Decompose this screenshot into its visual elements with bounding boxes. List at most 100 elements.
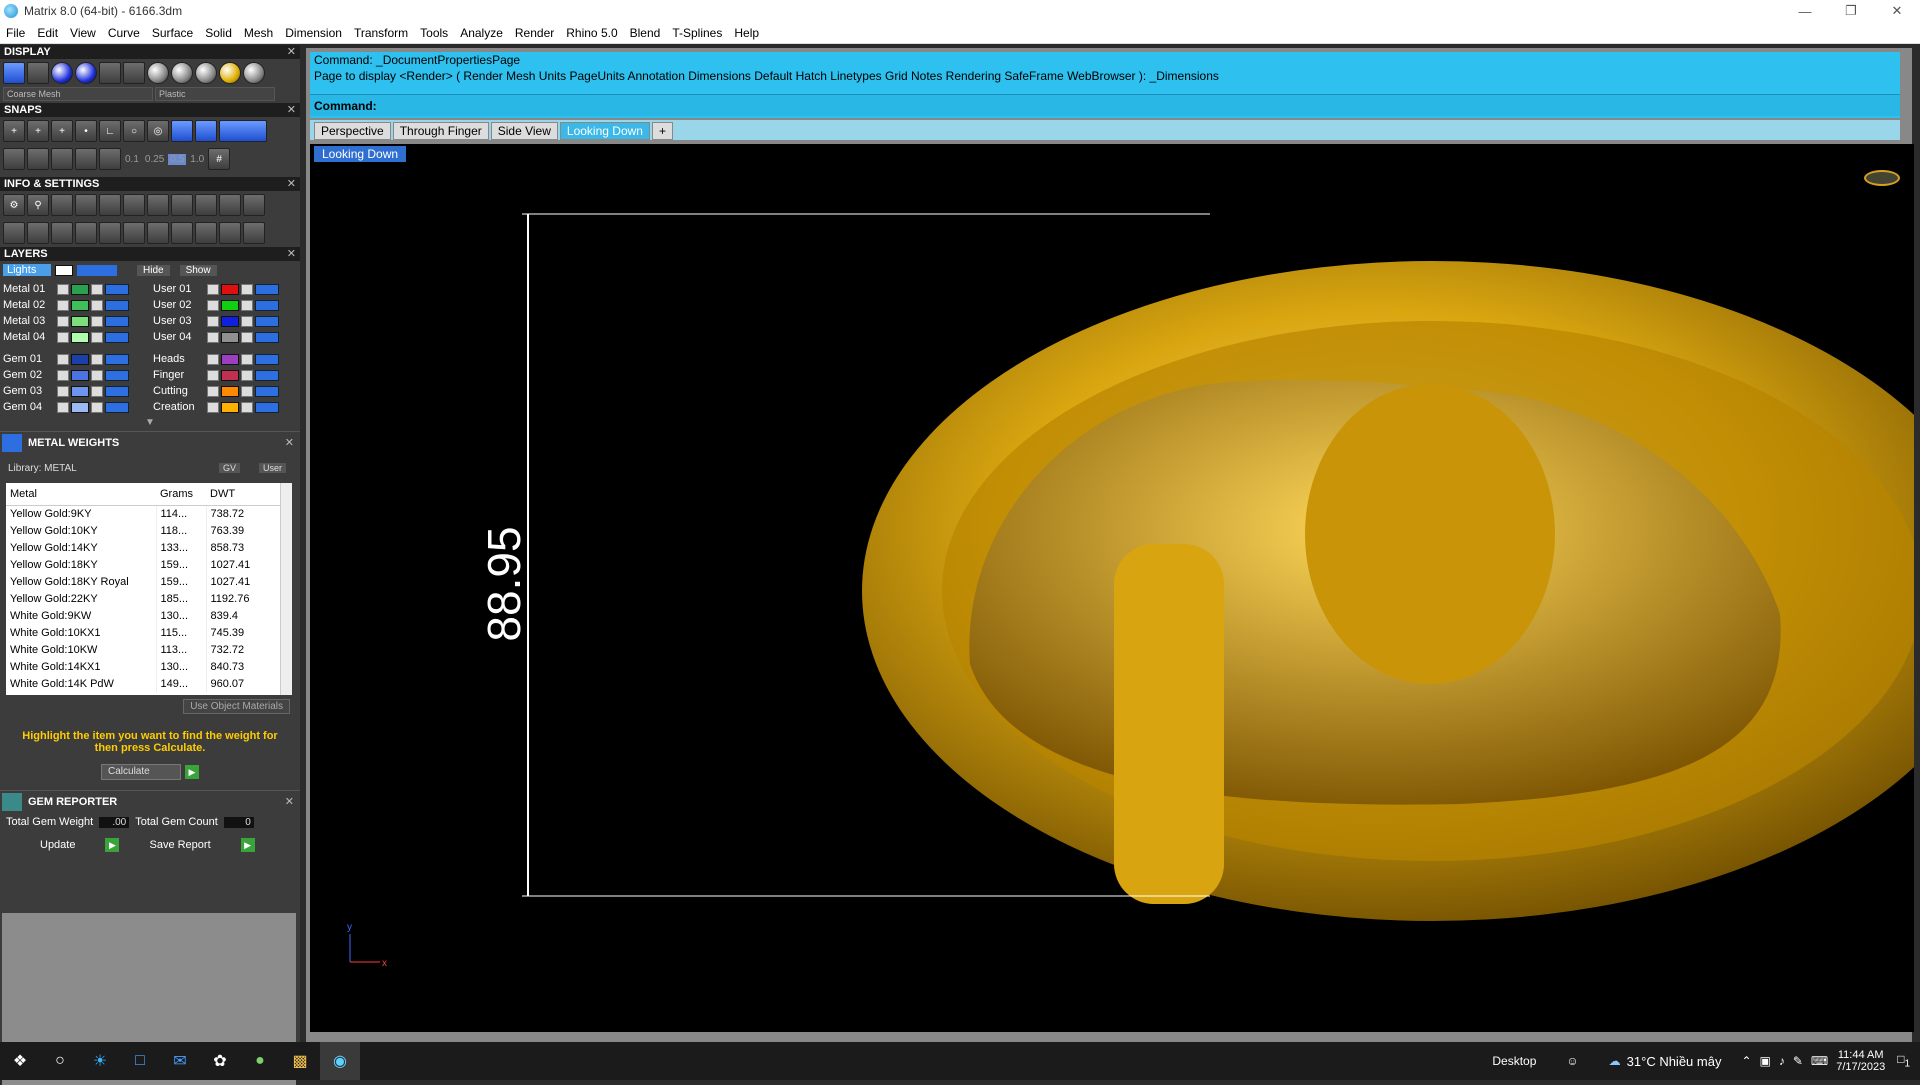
table-row[interactable]: Yellow Gold:14KY 133... 858.73 <box>6 539 282 556</box>
menu-rhino[interactable]: Rhino 5.0 <box>560 26 623 40</box>
layer-toggle[interactable] <box>57 315 69 327</box>
layer-row[interactable]: Gem 01 <box>0 351 150 367</box>
file-explorer-icon[interactable]: ▩ <box>280 1042 320 1080</box>
close-icon[interactable]: ✕ <box>285 795 294 808</box>
layer-visibility[interactable] <box>255 369 279 381</box>
person-icon[interactable]: ☺ <box>1566 1054 1578 1068</box>
table-row[interactable]: White Gold:10KW 113... 732.72 <box>6 641 282 658</box>
tab-perspective[interactable]: Perspective <box>314 122 391 140</box>
layer-lock-icon[interactable] <box>241 299 253 311</box>
layer-toggle[interactable] <box>207 299 219 311</box>
layer-visibility[interactable] <box>255 353 279 365</box>
command-prompt[interactable]: Command: <box>310 94 1900 116</box>
mail-icon[interactable]: ✉ <box>160 1042 200 1080</box>
layer-visibility[interactable] <box>105 401 129 413</box>
column-dwt[interactable]: DWT <box>206 483 282 506</box>
layer-lock-icon[interactable] <box>241 369 253 381</box>
layer-lock-icon[interactable] <box>241 315 253 327</box>
layer-toggle[interactable] <box>207 369 219 381</box>
layer-color-swatch[interactable] <box>221 315 239 327</box>
gem-icon[interactable] <box>147 194 169 216</box>
grid-icon[interactable] <box>123 62 145 84</box>
menu-dimension[interactable]: Dimension <box>279 26 348 40</box>
table-row[interactable]: White Gold:14K PdW 149... 960.07 <box>6 675 282 692</box>
snap-value-3[interactable]: 0.5 <box>168 153 187 165</box>
layer-lock-icon[interactable] <box>241 331 253 343</box>
cylinder-icon[interactable] <box>75 222 97 244</box>
layer-color-swatch[interactable] <box>221 385 239 397</box>
layer-toggle[interactable] <box>207 401 219 413</box>
maximize-button[interactable]: ❐ <box>1828 0 1874 22</box>
lights-layer[interactable]: Lights <box>3 264 51 276</box>
zoom-icon[interactable]: ⚲ <box>27 194 49 216</box>
layer-row[interactable]: Metal 04 <box>0 329 150 345</box>
layer-color-swatch[interactable] <box>221 283 239 295</box>
ghost-icon[interactable] <box>99 62 121 84</box>
keyboard-icon[interactable]: ⌨ <box>1811 1054 1828 1068</box>
tan-snap-icon[interactable] <box>171 120 193 142</box>
grid-snap-icon[interactable]: # <box>208 148 231 170</box>
check-icon[interactable] <box>123 222 145 244</box>
table-row[interactable]: Yellow Gold:18KY Royal 159... 1027.41 <box>6 573 282 590</box>
layer-visibility[interactable] <box>255 385 279 397</box>
lights-swatch[interactable] <box>55 264 73 276</box>
gv-button[interactable]: GV <box>218 463 240 473</box>
layer-visibility[interactable] <box>105 331 129 343</box>
layer-lock-icon[interactable] <box>91 385 103 397</box>
show-button[interactable]: Show <box>179 264 217 276</box>
menu-tsplines[interactable]: T-Splines <box>666 26 728 40</box>
save-arrow-icon[interactable]: ▶ <box>240 838 255 852</box>
edge-icon[interactable]: ☀ <box>80 1042 120 1080</box>
layer-row[interactable]: Finger <box>150 367 300 383</box>
volume-icon[interactable]: ♪ <box>1779 1054 1785 1068</box>
layer-toggle[interactable] <box>207 385 219 397</box>
menu-surface[interactable]: Surface <box>146 26 199 40</box>
layer-lock-icon[interactable] <box>91 401 103 413</box>
column-metal[interactable]: Metal <box>6 483 156 506</box>
viewport[interactable]: Looking Down 88.95 y x <box>310 144 1914 1032</box>
layer-color-swatch[interactable] <box>71 283 89 295</box>
layer-toggle[interactable] <box>57 299 69 311</box>
app-icon-2[interactable]: ● <box>240 1042 280 1080</box>
layer-row[interactable]: Heads <box>150 351 300 367</box>
layer-visibility[interactable] <box>105 353 129 365</box>
save-icon[interactable] <box>147 222 169 244</box>
mesh-select[interactable]: Coarse Mesh <box>3 87 153 101</box>
use-object-materials-button[interactable]: Use Object Materials <box>183 699 290 714</box>
layer-toggle[interactable] <box>57 353 69 365</box>
layer-color-swatch[interactable] <box>71 401 89 413</box>
update-button[interactable]: Update <box>40 839 75 851</box>
weather-text[interactable]: 31°C Nhiều mây <box>1627 1054 1722 1069</box>
tab-through-finger[interactable]: Through Finger <box>392 122 489 140</box>
layer-color-swatch[interactable] <box>71 331 89 343</box>
point-snap-icon[interactable]: + <box>51 120 73 142</box>
layer-visibility[interactable] <box>105 385 129 397</box>
tool-e-icon[interactable] <box>195 222 217 244</box>
layer-toggle[interactable] <box>207 283 219 295</box>
layer-lock-icon[interactable] <box>91 283 103 295</box>
notification-icon[interactable]: □1 <box>1897 1052 1910 1069</box>
close-icon[interactable]: ✕ <box>287 177 296 191</box>
ortho-icon[interactable] <box>219 120 267 142</box>
menu-file[interactable]: File <box>0 26 31 40</box>
layer-lock-icon[interactable] <box>241 353 253 365</box>
snap-value-2[interactable]: 0.25 <box>143 154 166 165</box>
layer-color-swatch[interactable] <box>71 299 89 311</box>
layer-color-swatch[interactable] <box>71 369 89 381</box>
report-icon[interactable] <box>99 194 121 216</box>
layer-visibility[interactable] <box>255 315 279 327</box>
panel-collapse-icon[interactable]: ▼ <box>0 417 300 431</box>
layer-toggle[interactable] <box>57 369 69 381</box>
display-mode-icon[interactable] <box>3 62 25 84</box>
layer-visibility[interactable] <box>105 369 129 381</box>
layer-row[interactable]: User 02 <box>150 297 300 313</box>
tool-a-icon[interactable] <box>195 194 217 216</box>
table-row[interactable]: Yellow Gold:18KY 159... 1027.41 <box>6 556 282 573</box>
layer-lock-icon[interactable] <box>91 315 103 327</box>
metal-table-scrollbar[interactable] <box>280 483 292 695</box>
menu-render[interactable]: Render <box>509 26 560 40</box>
clock[interactable]: 11:44 AM 7/17/2023 <box>1836 1049 1885 1073</box>
layer-color-swatch[interactable] <box>221 331 239 343</box>
table-row[interactable]: Yellow Gold:9KY 114... 738.72 <box>6 505 282 522</box>
layer-color-swatch[interactable] <box>221 353 239 365</box>
